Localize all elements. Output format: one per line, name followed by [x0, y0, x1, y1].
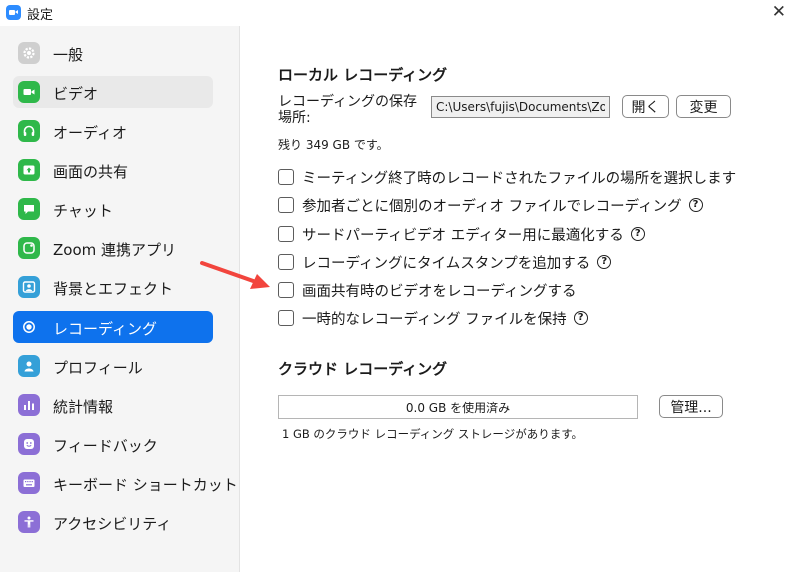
sidebar-item-profile[interactable]: プロフィール — [13, 350, 213, 382]
accessibility-icon — [18, 511, 40, 533]
settings-sidebar: 一般 ビデオ オーディオ 画面の共有 チャット Zoom 連携アプリ 背景とエフ… — [0, 26, 240, 572]
sidebar-item-feedback[interactable]: フィードバック — [13, 428, 213, 460]
share-screen-icon — [18, 159, 40, 181]
change-folder-button[interactable]: 変更 — [676, 95, 731, 118]
sidebar-item-label: キーボード ショートカット — [53, 476, 238, 494]
save-location-input[interactable] — [431, 96, 610, 118]
cloud-storage-usage-bar: 0.0 GB を使用済み — [278, 395, 638, 419]
manage-button[interactable]: 管理... — [659, 395, 723, 418]
option-separate-audio[interactable]: 参加者ごとに個別のオーディオ ファイルでレコーディング ? — [278, 195, 703, 215]
apps-icon — [18, 237, 40, 259]
option-add-timestamp[interactable]: レコーディングにタイムスタンプを追加する ? — [278, 252, 612, 272]
local-recording-heading: ローカル レコーディング — [278, 66, 448, 84]
sidebar-item-label: レコーディング — [53, 320, 157, 338]
option-optimize-editor[interactable]: サードパーティビデオ エディター用に最適化する ? — [278, 224, 645, 244]
sidebar-item-video[interactable]: ビデオ — [13, 76, 213, 108]
option-label: サードパーティビデオ エディター用に最適化する — [302, 227, 624, 244]
sidebar-item-statistics[interactable]: 統計情報 — [13, 389, 213, 421]
video-icon — [18, 81, 40, 103]
checkbox[interactable] — [278, 310, 294, 326]
cloud-usage-text: 0.0 GB を使用済み — [405, 400, 511, 415]
statistics-icon — [18, 394, 40, 416]
option-label: レコーディングにタイムスタンプを追加する — [302, 255, 591, 272]
record-icon — [18, 316, 40, 338]
sidebar-item-label: チャット — [53, 202, 113, 220]
feedback-icon — [18, 433, 40, 455]
window-title: 設定 — [27, 8, 54, 23]
sidebar-item-chat[interactable]: チャット — [13, 193, 213, 225]
sidebar-item-label: オーディオ — [53, 124, 127, 142]
checkbox[interactable] — [278, 226, 294, 242]
sidebar-item-general[interactable]: 一般 — [13, 37, 213, 69]
gear-icon — [18, 42, 40, 64]
sidebar-item-label: プロフィール — [53, 359, 143, 377]
checkbox[interactable] — [278, 169, 294, 185]
free-space-text: 残り 349 GB です。 — [278, 138, 389, 152]
option-label: 参加者ごとに個別のオーディオ ファイルでレコーディング — [302, 198, 682, 215]
sidebar-item-label: 背景とエフェクト — [53, 280, 174, 298]
close-icon[interactable]: ✕ — [772, 1, 786, 23]
sidebar-item-audio[interactable]: オーディオ — [13, 115, 213, 147]
headphones-icon — [18, 120, 40, 142]
help-icon[interactable]: ? — [597, 255, 612, 269]
sidebar-item-label: ビデオ — [53, 85, 99, 103]
help-icon[interactable]: ? — [688, 198, 703, 212]
save-location-label: レコーディングの保存場所: — [278, 94, 418, 126]
help-icon[interactable]: ? — [630, 227, 645, 241]
option-label: 一時的なレコーディング ファイルを保持 — [302, 311, 567, 328]
checkbox[interactable] — [278, 197, 294, 213]
sidebar-item-share-screen[interactable]: 画面の共有 — [13, 154, 213, 186]
sidebar-item-zoom-apps[interactable]: Zoom 連携アプリ — [13, 232, 213, 264]
option-keep-temp-files[interactable]: 一時的なレコーディング ファイルを保持 ? — [278, 308, 588, 328]
cloud-storage-note: 1 GB のクラウド レコーディング ストレージがあります。 — [282, 427, 584, 441]
option-record-video-during-share[interactable]: 画面共有時のビデオをレコーディングする — [278, 280, 576, 300]
zoom-app-icon — [6, 5, 21, 20]
cloud-recording-heading: クラウド レコーディング — [278, 360, 448, 378]
sidebar-item-label: Zoom 連携アプリ — [53, 241, 177, 259]
keyboard-icon — [18, 472, 40, 494]
sidebar-item-accessibility[interactable]: アクセシビリティ — [13, 506, 213, 538]
sidebar-item-recording[interactable]: レコーディング — [13, 311, 213, 343]
sidebar-item-label: 画面の共有 — [53, 163, 129, 181]
chat-icon — [18, 198, 40, 220]
recording-settings-panel: ローカル レコーディング レコーディングの保存場所: 開く 変更 残り 349 … — [241, 26, 796, 572]
sidebar-item-label: 一般 — [53, 46, 84, 64]
sidebar-item-label: フィードバック — [53, 437, 158, 455]
checkbox[interactable] — [278, 254, 294, 270]
option-label: 画面共有時のビデオをレコーディングする — [302, 283, 577, 300]
sidebar-item-background-effects[interactable]: 背景とエフェクト — [13, 271, 213, 303]
background-icon — [18, 276, 40, 298]
sidebar-item-keyboard-shortcuts[interactable]: キーボード ショートカット — [13, 467, 238, 499]
option-label: ミーティング終了時のレコードされたファイルの場所を選択します — [302, 170, 737, 187]
annotation-arrow-icon — [200, 261, 270, 289]
sidebar-item-label: 統計情報 — [53, 398, 114, 416]
profile-icon — [18, 355, 40, 377]
open-folder-button[interactable]: 開く — [622, 95, 669, 118]
sidebar-item-label: アクセシビリティ — [53, 515, 172, 533]
title-bar: 設定 ✕ — [0, 0, 796, 26]
checkbox[interactable] — [278, 282, 294, 298]
option-choose-location[interactable]: ミーティング終了時のレコードされたファイルの場所を選択します — [278, 167, 736, 187]
help-icon[interactable]: ? — [573, 311, 588, 325]
